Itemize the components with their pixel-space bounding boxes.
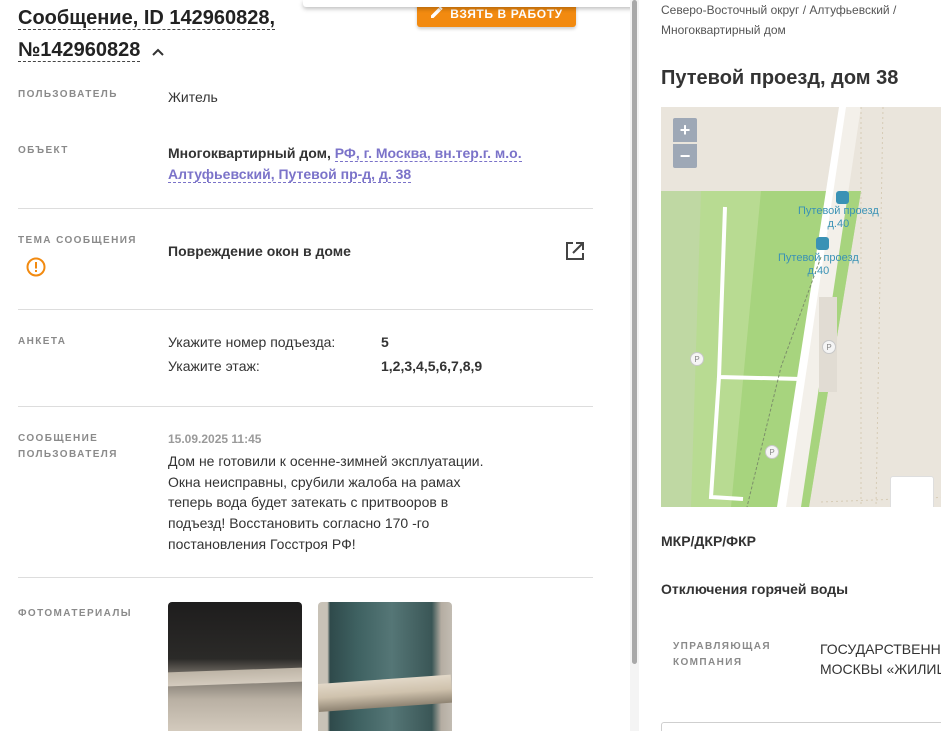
management-company-label: УПРАВЛЯЮЩАЯ КОМПАНИЯ [673, 639, 793, 671]
bus-stop-name: Путевой проезд [798, 205, 879, 217]
scrollbar-thumb[interactable] [632, 0, 637, 664]
bus-stop-label: Путевой проезд д.40 [778, 252, 859, 278]
message-label-2: ПОЛЬЗОВАТЕЛЯ [18, 449, 118, 460]
object-value: Многоквартирный дом, РФ, г. Москва, вн.т… [168, 143, 548, 185]
bus-stop-icon[interactable] [816, 237, 829, 250]
topic-label: ТЕМА СООБЩЕНИЯ [18, 235, 137, 246]
map-control[interactable] [890, 476, 934, 507]
management-company-label-2: КОМПАНИЯ [673, 657, 743, 668]
user-label: ПОЛЬЗОВАТЕЛЬ [18, 89, 118, 100]
bus-stop-icon[interactable] [836, 191, 849, 204]
photo-thumbnail[interactable] [168, 602, 302, 731]
zoom-out-button[interactable]: − [673, 144, 697, 168]
survey-answer-floor: 1,2,3,4,5,6,7,8,9 [381, 358, 483, 374]
message-details-pane: Сообщение, ID 142960828, №142960828 ВЗЯТ… [0, 0, 630, 731]
photos-label: ФОТОМАТЕРИАЛЫ [18, 608, 132, 619]
warning-icon [26, 257, 46, 277]
message-date: 15.09.2025 11:45 [168, 432, 262, 446]
object-address-link-1[interactable]: РФ, г. Москва, вн.тер.г. м.о. [334, 145, 522, 162]
survey-question-floor: Укажите этаж: [168, 358, 260, 374]
survey-question-entrance: Укажите номер подъезда: [168, 334, 336, 350]
object-address-link-2[interactable]: Алтуфьевский, Путевой пр-д, д. 38 [168, 166, 412, 183]
address-title: Путевой проезд, дом 38 [661, 67, 899, 89]
object-type: Многоквартирный дом, [168, 145, 331, 161]
management-company-value-2: МОСКВЫ «ЖИЛИЩ [820, 661, 941, 677]
survey-answer-entrance: 5 [381, 334, 389, 350]
user-value: Житель [168, 89, 218, 105]
parking-marker[interactable]: P [822, 340, 836, 354]
management-company-value-1: ГОСУДАРСТВЕННО [820, 641, 941, 657]
message-label-1: СООБЩЕНИЕ [18, 433, 99, 444]
bus-stop-house: д.40 [827, 218, 850, 230]
mkr-dkr-fkr-section[interactable]: МКР/ДКР/ФКР [661, 533, 756, 549]
open-external-icon[interactable] [564, 240, 586, 262]
object-info-pane: Северо-Восточный округ / Алтуфьевский / … [640, 0, 941, 731]
bus-stop-house: д.40 [807, 265, 830, 277]
divider [18, 577, 593, 578]
title-line-1[interactable]: Сообщение, ID 142960828, [18, 7, 276, 30]
message-text: Дом не готовили к осенне-зимней эксплуат… [168, 453, 484, 552]
parking-marker[interactable]: P [765, 445, 779, 459]
bottom-field[interactable] [661, 722, 941, 731]
dropdown-popup-edge [303, 0, 630, 7]
topic-value: Повреждение окон в доме [168, 243, 351, 259]
zoom-in-button[interactable]: + [673, 118, 697, 142]
divider [18, 406, 593, 407]
management-company-value: ГОСУДАРСТВЕННО МОСКВЫ «ЖИЛИЩ [820, 639, 941, 679]
bus-stop-label: Путевой проезд д.40 [798, 205, 879, 231]
divider [18, 208, 593, 209]
chevron-up-icon[interactable] [152, 35, 164, 67]
title-line-2[interactable]: №142960828 [18, 39, 141, 62]
parking-marker[interactable]: P [690, 352, 704, 366]
page-title: Сообщение, ID 142960828, №142960828 [18, 2, 298, 67]
map[interactable]: + − Путевой проезд д.40 Путевой проезд д… [661, 107, 941, 507]
photo-thumbnail[interactable] [318, 602, 452, 731]
breadcrumb[interactable]: Северо-Восточный округ / Алтуфьевский / … [661, 0, 941, 40]
pencil-icon [430, 5, 443, 22]
bus-stop-name: Путевой проезд [778, 252, 859, 264]
divider [18, 309, 593, 310]
object-label: ОБЪЕКТ [18, 145, 69, 156]
hot-water-section[interactable]: Отключения горячей воды [661, 581, 848, 597]
survey-label: АНКЕТА [18, 336, 67, 347]
take-to-work-label: ВЗЯТЬ В РАБОТУ [450, 6, 563, 21]
management-company-label-1: УПРАВЛЯЮЩАЯ [673, 641, 771, 652]
